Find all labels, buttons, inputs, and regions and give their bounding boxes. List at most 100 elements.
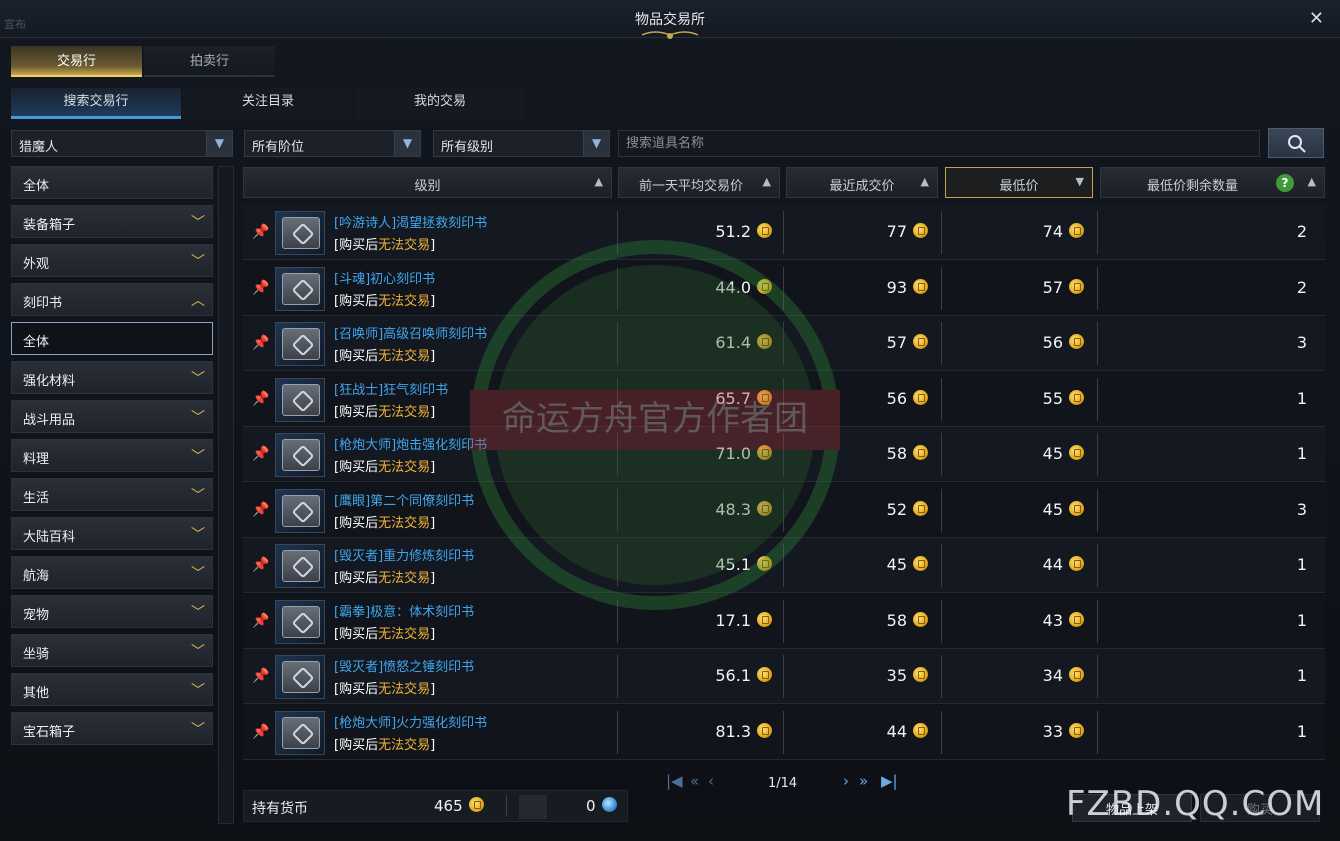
tab-search-exchange[interactable]: 搜索交易行 xyxy=(11,88,181,119)
table-row[interactable]: 📌 [吟游诗人]渴望拯救刻印书 [购买后无法交易] 51.2 77 74 2 xyxy=(243,205,1325,260)
gold-coin-icon xyxy=(757,389,772,405)
chevron-down-icon: ▼ xyxy=(206,131,232,156)
grade-dropdown[interactable]: 所有级别 ▼ xyxy=(433,130,610,157)
prev-page-icon[interactable]: ‹ xyxy=(708,772,714,790)
prev-ten-icon[interactable]: « xyxy=(690,772,699,790)
tab-my-trades[interactable]: 我的交易 xyxy=(355,88,525,119)
chevron-up-icon: ︿ xyxy=(191,293,205,309)
sidebar-item[interactable]: 航海 ﹀ xyxy=(11,556,213,589)
item-name[interactable]: [霸拳]极意：体术刻印书 xyxy=(334,601,474,620)
sidebar-item[interactable]: 生活 ﹀ xyxy=(11,478,213,511)
wallet-label: 持有货币 xyxy=(252,801,308,817)
sidebar-item[interactable]: 宝石箱子 ﹀ xyxy=(11,712,213,745)
column-lowest-qty[interactable]: 最低价剩余数量 ? ▲ xyxy=(1100,167,1325,198)
avg-price: 45.1 xyxy=(715,555,772,574)
lowest-qty: 1 xyxy=(1296,444,1307,463)
tab-watchlist[interactable]: 关注目录 xyxy=(183,88,353,119)
sidebar-item[interactable]: 全体 xyxy=(11,166,213,199)
gold-coin-icon xyxy=(913,334,928,349)
chevron-down-icon: ﹀ xyxy=(191,410,205,426)
chevron-down-icon: ﹀ xyxy=(191,371,205,387)
next-page-icon[interactable]: › xyxy=(843,772,849,790)
sidebar-item[interactable]: 料理 ﹀ xyxy=(11,439,213,472)
close-icon[interactable]: ✕ xyxy=(1309,8,1324,29)
item-note: [购买后无法交易] xyxy=(334,404,436,420)
item-name[interactable]: [鹰眼]第二个同僚刻印书 xyxy=(334,490,474,509)
sidebar-item[interactable]: 刻印书 ︿ xyxy=(11,283,213,316)
help-icon[interactable]: ? xyxy=(1276,174,1294,192)
sidebar-item[interactable]: 全体 xyxy=(11,322,213,355)
gold-coin-icon xyxy=(1069,722,1084,738)
sidebar-item[interactable]: 宠物 ﹀ xyxy=(11,595,213,628)
pin-icon[interactable]: 📌 xyxy=(252,446,269,462)
sidebar-item[interactable]: 战斗用品 ﹀ xyxy=(11,400,213,433)
search-input[interactable] xyxy=(618,130,1260,157)
sidebar-item[interactable]: 装备箱子 ﹀ xyxy=(11,205,213,238)
table-row[interactable]: 📌 [毁灭者]愤怒之锤刻印书 [购买后无法交易] 56.1 35 34 1 xyxy=(243,649,1325,704)
engraving-book-icon xyxy=(275,211,325,255)
pin-icon[interactable]: 📌 xyxy=(252,668,269,684)
table-row[interactable]: 📌 [鹰眼]第二个同僚刻印书 [购买后无法交易] 48.3 52 45 3 xyxy=(243,482,1325,538)
item-name[interactable]: [枪炮大师]火力强化刻印书 xyxy=(334,712,487,731)
sort-icon: ▲ xyxy=(762,175,771,188)
table-row[interactable]: 📌 [召唤师]高级召唤师刻印书 [购买后无法交易] 61.4 57 56 3 xyxy=(243,316,1325,371)
avg-price: 81.3 xyxy=(715,722,772,741)
column-recent-price[interactable]: 最近成交价 ▲ xyxy=(786,167,938,198)
item-name[interactable]: [斗魂]初心刻印书 xyxy=(334,268,435,287)
item-name[interactable]: [吟游诗人]渴望拯救刻印书 xyxy=(334,212,487,231)
sidebar-item[interactable]: 其他 ﹀ xyxy=(11,673,213,706)
item-name[interactable]: [毁灭者]重力修炼刻印书 xyxy=(334,545,474,564)
tier-dropdown[interactable]: 所有阶位 ▼ xyxy=(244,130,421,157)
pin-icon[interactable]: 📌 xyxy=(252,335,269,351)
sidebar-item-label: 战斗用品 xyxy=(23,413,76,428)
sidebar-item[interactable]: 外观 ﹀ xyxy=(11,244,213,277)
item-name[interactable]: [召唤师]高级召唤师刻印书 xyxy=(334,323,487,342)
table-row[interactable]: 📌 [霸拳]极意：体术刻印书 [购买后无法交易] 17.1 58 43 1 xyxy=(243,593,1325,649)
pin-icon[interactable]: 📌 xyxy=(252,557,269,573)
sidebar-item[interactable]: 坐骑 ﹀ xyxy=(11,634,213,667)
item-name[interactable]: [枪炮大师]炮击强化刻印书 xyxy=(334,434,487,453)
lowest-qty: 1 xyxy=(1296,388,1307,408)
tab-exchange[interactable]: 交易行 xyxy=(11,46,142,77)
table-row[interactable]: 📌 [狂战士]狂气刻印书 [购买后无法交易] 65.7 56 55 1 xyxy=(243,371,1325,427)
buy-button[interactable]: 购买 xyxy=(1200,794,1320,822)
column-grade[interactable]: 级别 ▲ xyxy=(243,167,612,198)
pin-icon[interactable]: 📌 xyxy=(252,280,269,296)
pin-icon[interactable]: 📌 xyxy=(252,502,269,518)
engraving-book-icon xyxy=(275,488,325,533)
recent-price: 93 xyxy=(887,278,928,297)
table-row[interactable]: 📌 [枪炮大师]炮击强化刻印书 [购买后无法交易] 71.0 58 45 1 xyxy=(243,427,1325,482)
pin-icon[interactable]: 📌 xyxy=(252,391,269,407)
gold-coin-icon xyxy=(757,722,772,738)
chevron-down-icon: ﹀ xyxy=(191,722,205,738)
item-note: [购买后无法交易] xyxy=(334,515,436,531)
pin-icon[interactable]: 📌 xyxy=(252,613,269,629)
sidebar-item[interactable]: 大陆百科 ﹀ xyxy=(11,517,213,550)
avg-price: 44.0 xyxy=(715,278,772,297)
column-lowest-price[interactable]: 最低价 ▼ xyxy=(945,167,1093,198)
lowest-qty: 2 xyxy=(1296,277,1307,297)
pin-icon[interactable]: 📌 xyxy=(252,724,269,740)
pin-icon[interactable]: 📌 xyxy=(252,224,269,240)
sidebar-scrollbar[interactable] xyxy=(218,166,234,824)
list-item-button[interactable]: 物品上架 xyxy=(1072,794,1192,822)
next-ten-icon[interactable]: » xyxy=(859,772,868,790)
lowest-qty: 2 xyxy=(1296,222,1307,241)
table-row[interactable]: 📌 [斗魂]初心刻印书 [购买后无法交易] 44.0 93 57 2 xyxy=(243,260,1325,316)
table-row[interactable]: 📌 [枪炮大师]火力强化刻印书 [购买后无法交易] 81.3 44 33 1 xyxy=(243,704,1325,760)
last-page-icon[interactable]: ▶| xyxy=(881,772,898,790)
item-name[interactable]: [狂战士]狂气刻印书 xyxy=(334,379,448,398)
first-page-icon[interactable]: |◀ xyxy=(666,772,683,790)
gold-coin-icon xyxy=(757,556,772,571)
search-button[interactable] xyxy=(1268,128,1324,158)
table-row[interactable]: 📌 [毁灭者]重力修炼刻印书 [购买后无法交易] 45.1 45 44 1 xyxy=(243,538,1325,593)
sidebar-item[interactable]: 强化材料 ﹀ xyxy=(11,361,213,394)
class-dropdown[interactable]: 猎魔人 ▼ xyxy=(11,130,233,157)
sidebar-item-label: 外观 xyxy=(23,257,50,272)
engraving-book-icon xyxy=(275,377,325,422)
item-name[interactable]: [毁灭者]愤怒之锤刻印书 xyxy=(334,656,474,675)
gold-coin-icon xyxy=(1069,278,1084,294)
item-note: [购买后无法交易] xyxy=(334,626,436,642)
tab-auction[interactable]: 拍卖行 xyxy=(144,46,275,77)
column-avg-price[interactable]: 前一天平均交易价 ▲ xyxy=(618,167,780,198)
